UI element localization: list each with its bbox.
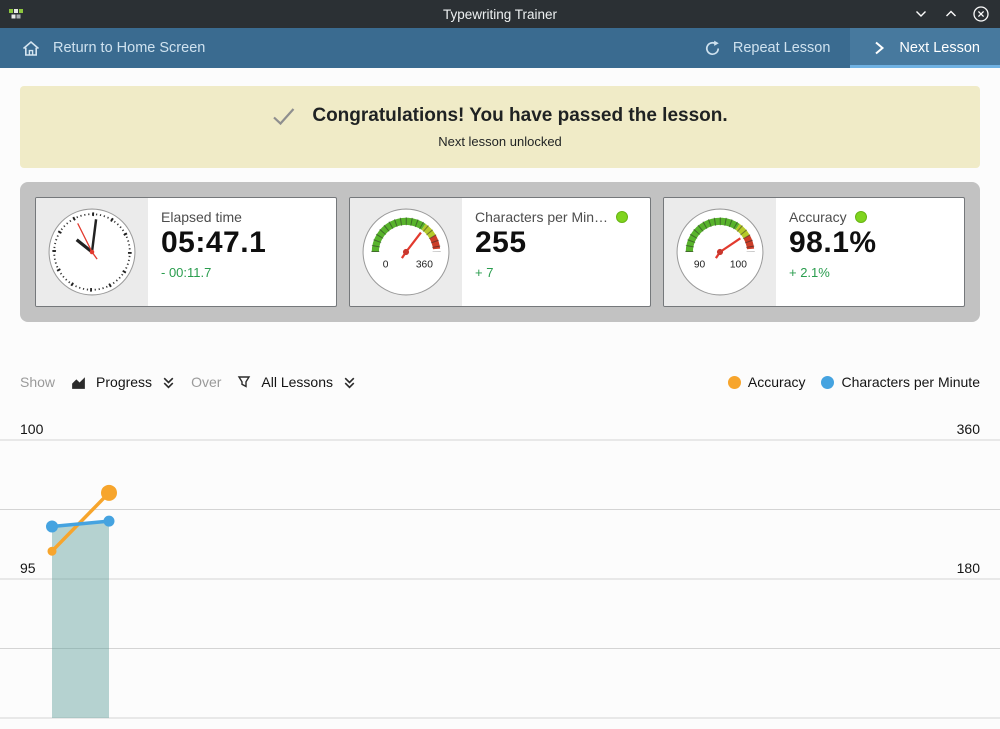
show-label: Show [20, 374, 55, 390]
progress-chart-canvas [0, 420, 1000, 729]
banner-subtitle: Next lesson unlocked [438, 134, 562, 149]
over-label: Over [191, 374, 221, 390]
cpm-legend-dot [821, 376, 834, 389]
banner-title: Congratulations! You have passed the les… [312, 105, 727, 127]
elapsed-gauge-panel [36, 198, 148, 306]
accuracy-value: 98.1% [789, 226, 951, 260]
titlebar: Typewriting Trainer [0, 0, 1000, 28]
app-logo-icon [8, 6, 24, 22]
cpm-status-dot [616, 211, 628, 223]
congratulations-banner: Congratulations! You have passed the les… [20, 86, 980, 168]
banner-title-row: Congratulations! You have passed the les… [272, 105, 727, 127]
legend-cpm: Characters per Minute [821, 374, 980, 390]
chevron-up-icon [942, 5, 960, 23]
close-icon [972, 5, 990, 23]
stats-panel: Elapsed time 05:47.1 - 00:11.7 0 360 [20, 182, 980, 322]
cpm-card: 0 360 Characters per Min… 255 + 7 [349, 197, 651, 307]
cpm-value: 255 [475, 226, 637, 260]
accuracy-card: 90 100 Accuracy 98.1% + 2.1% [663, 197, 965, 307]
window-title: Typewriting Trainer [0, 7, 1000, 22]
close-button[interactable] [972, 5, 990, 23]
checkmark-icon [272, 107, 296, 126]
left-axis-tick-100: 100 [20, 421, 43, 437]
accuracy-gauge-max: 100 [730, 259, 747, 270]
progress-selector[interactable]: Progress [70, 374, 176, 391]
accuracy-legend-dot [728, 376, 741, 389]
cpm-label: Characters per Min… [475, 209, 608, 225]
legend-accuracy: Accuracy [728, 374, 806, 390]
app-icon[interactable] [8, 6, 24, 22]
progress-selector-value: Progress [96, 374, 152, 390]
elapsed-time-delta: - 00:11.7 [161, 265, 323, 280]
cpm-legend-label: Characters per Minute [841, 374, 980, 390]
home-icon [20, 37, 42, 59]
next-lesson-button[interactable]: Next Lesson [850, 28, 1000, 68]
elapsed-time-card: Elapsed time 05:47.1 - 00:11.7 [35, 197, 337, 307]
progress-chart: 100 95 360 180 [0, 420, 1000, 729]
accuracy-status-dot [855, 211, 867, 223]
filter-funnel-icon [236, 374, 252, 390]
repeat-icon [703, 39, 722, 58]
chart-legend: Accuracy Characters per Minute [728, 374, 980, 390]
filter-row: Show Progress Over All Lessons Accuracy … [20, 368, 980, 396]
cpm-gauge-max: 360 [416, 259, 433, 270]
clock-icon [46, 206, 138, 298]
elapsed-card-body: Elapsed time 05:47.1 - 00:11.7 [148, 198, 336, 306]
accuracy-label: Accuracy [789, 209, 847, 225]
accuracy-delta: + 2.1% [789, 265, 951, 280]
chevron-down-icon [912, 5, 930, 23]
right-axis-tick-180: 180 [957, 560, 980, 576]
next-lesson-label: Next Lesson [899, 40, 980, 56]
lessons-selector[interactable]: All Lessons [236, 374, 357, 390]
accuracy-gauge-icon: 90 100 [674, 206, 766, 298]
window-controls [912, 5, 1000, 23]
left-axis-tick-95: 95 [20, 560, 36, 576]
elapsed-time-value: 05:47.1 [161, 226, 323, 260]
repeat-lesson-button[interactable]: Repeat Lesson [683, 28, 851, 68]
cpm-delta: + 7 [475, 265, 637, 280]
cpm-gauge-min: 0 [383, 259, 389, 270]
chart-icon [70, 374, 87, 391]
accuracy-gauge-min: 90 [694, 259, 706, 270]
repeat-lesson-label: Repeat Lesson [733, 40, 831, 56]
minimize-button[interactable] [912, 5, 930, 23]
toolbar: Return to Home Screen Repeat Lesson Next… [0, 28, 1000, 68]
elapsed-time-label: Elapsed time [161, 209, 242, 225]
double-chevron-down-icon [161, 375, 176, 390]
home-button-label: Return to Home Screen [53, 40, 205, 56]
maximize-button[interactable] [942, 5, 960, 23]
lessons-selector-value: All Lessons [261, 374, 333, 390]
accuracy-card-body: Accuracy 98.1% + 2.1% [776, 198, 964, 306]
double-chevron-down-icon [342, 375, 357, 390]
home-button[interactable]: Return to Home Screen [0, 28, 225, 68]
speed-gauge-icon: 0 360 [360, 206, 452, 298]
accuracy-legend-label: Accuracy [748, 374, 806, 390]
toolbar-spacer [225, 28, 683, 68]
right-axis-tick-360: 360 [957, 421, 980, 437]
next-arrow-icon [870, 39, 888, 57]
cpm-card-body: Characters per Min… 255 + 7 [462, 198, 650, 306]
cpm-gauge-panel: 0 360 [350, 198, 462, 306]
accuracy-gauge-panel: 90 100 [664, 198, 776, 306]
